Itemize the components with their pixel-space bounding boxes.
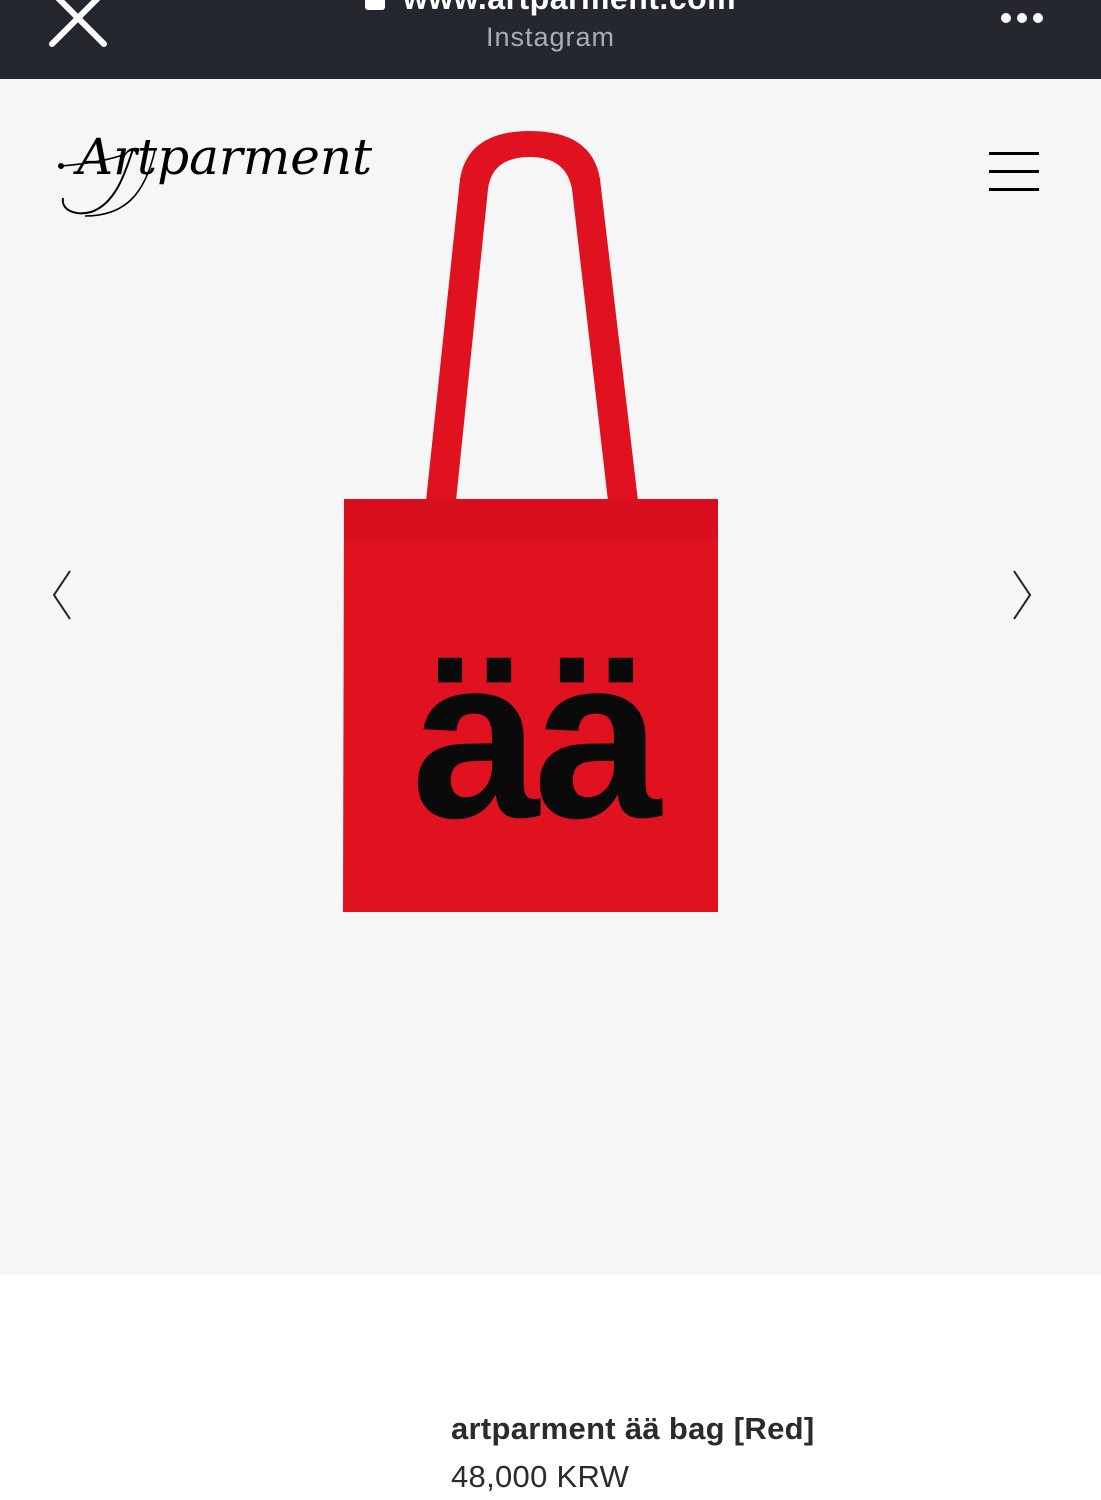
browser-top-bar: www.artparment.com Instagram — [0, 0, 1101, 79]
product-info: artparment ää bag [Red] 48,000 KRW — [0, 1275, 1101, 1500]
lock-icon — [364, 0, 385, 10]
product-price: 48,000 KRW — [451, 1459, 630, 1494]
url-text: www.artparment.com — [403, 0, 736, 16]
product-image: ää — [343, 131, 718, 912]
chevron-right-icon[interactable] — [1004, 567, 1038, 623]
product-gallery: Artparment ää — [0, 79, 1101, 1275]
bag-print-text: ää — [412, 609, 663, 866]
source-label: Instagram — [485, 22, 616, 52]
chevron-left-icon[interactable] — [46, 567, 80, 623]
product-name[interactable]: artparment ää bag [Red] — [451, 1411, 814, 1447]
logo-text: Artparment — [73, 128, 373, 186]
hamburger-menu-icon[interactable] — [985, 149, 1043, 195]
address-bar[interactable]: www.artparment.com — [0, 0, 1101, 17]
more-horizontal-icon[interactable] — [990, 4, 1054, 32]
